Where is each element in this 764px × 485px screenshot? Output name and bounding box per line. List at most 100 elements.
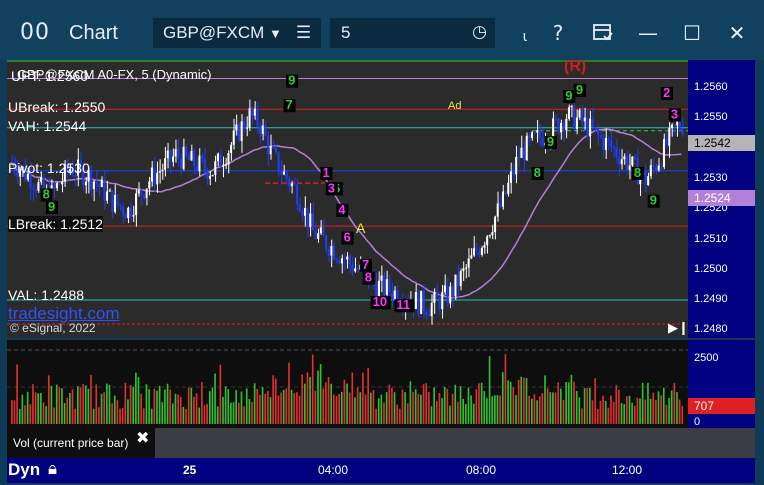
- minimize-button[interactable]: —: [633, 18, 663, 48]
- volume-bar: [512, 387, 515, 424]
- clock-icon[interactable]: ◷: [472, 22, 487, 42]
- price-axis[interactable]: 1.2560 1.2550 1.2530 1.2520 1.2510 1.250…: [688, 60, 755, 340]
- candle-body: [417, 291, 420, 314]
- candle-body: [509, 171, 512, 183]
- vwap-price-badge: 1.2524: [688, 190, 755, 206]
- candle-body: [55, 183, 58, 189]
- cursor-icon[interactable]: ɩ: [510, 22, 540, 52]
- volume-bar: [267, 391, 269, 424]
- candle-body: [235, 124, 238, 131]
- volume-bar: [156, 390, 158, 424]
- volume-bar: [670, 390, 673, 424]
- setup-count: 2: [663, 85, 670, 100]
- volume-bar: [570, 374, 573, 424]
- close-study-icon[interactable]: ✖: [136, 428, 149, 448]
- candle-body: [586, 117, 589, 137]
- candle-body: [591, 118, 594, 128]
- symbol-value: GBP@FXCM: [163, 23, 263, 42]
- volume-bar: [58, 387, 61, 424]
- volume-bar: [509, 381, 512, 424]
- candle-body: [457, 274, 460, 287]
- candle-body: [317, 233, 320, 240]
- candle-body: [325, 236, 328, 249]
- candle-body: [554, 118, 557, 120]
- candle-body: [512, 171, 515, 175]
- volume-bar: [40, 392, 42, 424]
- candle-body: [156, 172, 159, 185]
- candle-body: [480, 247, 483, 255]
- volume-bar: [354, 397, 356, 424]
- volume-bar: [116, 400, 119, 424]
- volume-bar: [552, 392, 554, 424]
- volume-bar: [293, 393, 296, 424]
- candle-body: [230, 144, 233, 154]
- candle-body: [240, 121, 243, 141]
- volume-bar: [18, 408, 21, 424]
- symbol-menu-icon[interactable]: ☰: [296, 23, 311, 43]
- annotation-a: A: [356, 220, 366, 236]
- candle-body: [414, 291, 417, 310]
- volume-bar: [496, 394, 499, 424]
- candle-body: [596, 128, 600, 135]
- volume-bar: [61, 388, 63, 424]
- volume-bar: [29, 404, 32, 424]
- interval-input[interactable]: 5 ◷: [330, 18, 495, 48]
- candle-body: [90, 169, 93, 190]
- volume-bar: [124, 382, 127, 424]
- volume-bar: [639, 398, 641, 424]
- scroll-to-end-icon[interactable]: ▶❙: [668, 320, 688, 336]
- countdown-count: 9: [48, 199, 55, 214]
- volume-bar: [678, 399, 681, 424]
- candle-body: [253, 108, 256, 116]
- candle-body: [443, 285, 446, 293]
- volume-bar: [179, 396, 182, 424]
- price-pane[interactable]: 79689998989134678101123 UPT: 1.2560 GBP@…: [7, 60, 688, 340]
- setup-count: 3: [328, 180, 335, 195]
- volume-chart-svg: [7, 349, 688, 424]
- candle-body: [111, 190, 114, 212]
- page-settings-icon[interactable]: [588, 18, 618, 48]
- volume-bar: [330, 383, 333, 424]
- volume-bar: [317, 370, 319, 424]
- volume-bar: [385, 392, 388, 424]
- candle-body: [488, 235, 491, 237]
- time-axis[interactable]: 25 04:00 08:00 12:00: [7, 458, 755, 483]
- help-button[interactable]: ?: [543, 18, 573, 48]
- volume-bar: [396, 404, 399, 424]
- close-button[interactable]: ✕: [722, 18, 752, 48]
- candle-body: [113, 194, 116, 212]
- candle-body: [195, 166, 198, 172]
- dynamic-mode-label[interactable]: Dyn: [8, 460, 40, 480]
- lock-icon[interactable]: 🔒︎: [48, 459, 57, 479]
- volume-bar: [280, 392, 282, 424]
- study-strip: [155, 428, 755, 458]
- candle-body: [478, 251, 481, 255]
- level-vah-label: VAH: 1.2544: [8, 118, 87, 134]
- volume-bar: [478, 383, 480, 424]
- volume-bar: [71, 389, 74, 424]
- volume-pane[interactable]: [7, 340, 688, 428]
- candle-body: [465, 267, 468, 269]
- candle-body: [673, 124, 676, 126]
- volume-bar: [681, 405, 684, 424]
- volume-bar: [348, 392, 351, 424]
- volume-bar: [26, 391, 29, 424]
- time-tick: 08:00: [466, 463, 497, 477]
- volume-bar: [100, 393, 103, 424]
- volume-bar: [243, 406, 245, 424]
- volume-bar: [612, 401, 615, 424]
- volume-study-label: Vol (current price bar): [7, 428, 155, 458]
- candle-body: [58, 183, 61, 185]
- volume-bar: [538, 396, 541, 424]
- candle-body: [385, 279, 388, 295]
- candle-body: [486, 236, 489, 246]
- candle-body: [620, 159, 623, 165]
- volume-bar: [203, 405, 206, 424]
- volume-axis[interactable]: 2500 707 0: [688, 340, 755, 428]
- candle-body: [309, 213, 312, 228]
- candle-body: [296, 184, 299, 205]
- volume-bar: [607, 407, 610, 424]
- maximize-button[interactable]: ☐: [677, 18, 707, 48]
- chevron-down-icon[interactable]: ▼: [269, 26, 282, 41]
- symbol-input[interactable]: GBP@FXCM ▼ ☰: [153, 18, 321, 48]
